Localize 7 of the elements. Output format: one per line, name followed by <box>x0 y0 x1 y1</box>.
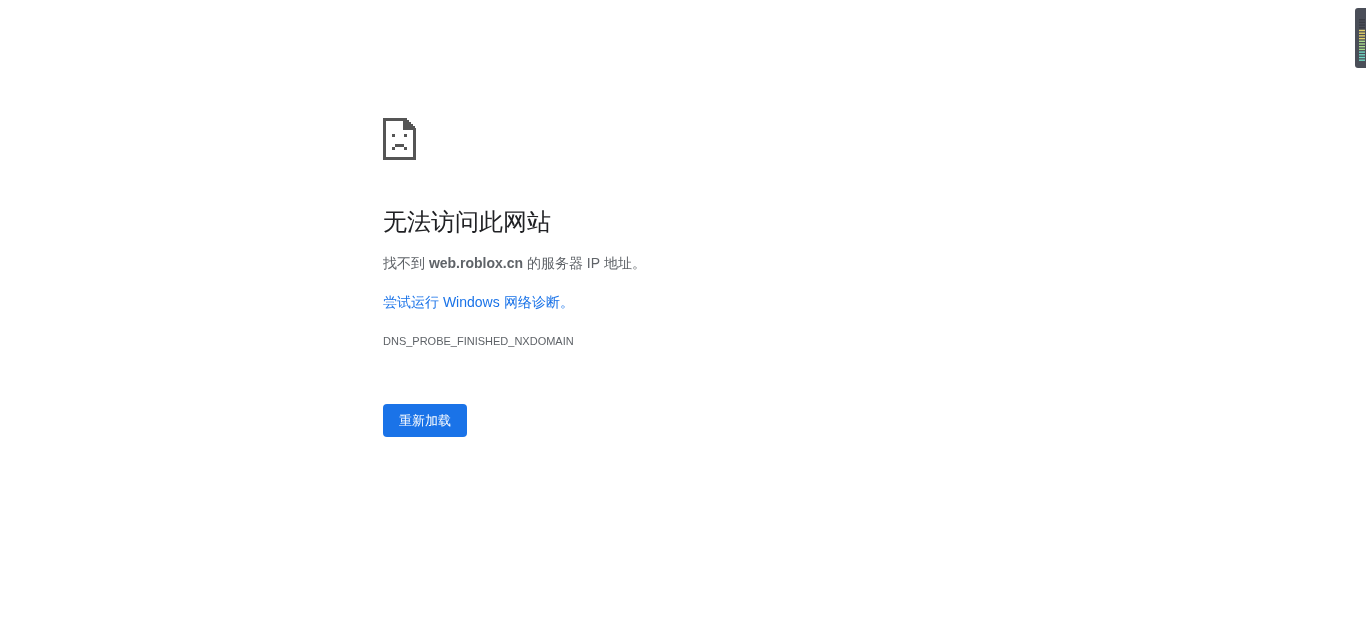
error-message: 找不到 web.roblox.cn 的服务器 IP 地址。 <box>383 254 646 273</box>
sad-page-icon <box>383 118 416 160</box>
error-code: DNS_PROBE_FINISHED_NXDOMAIN <box>383 334 574 349</box>
reload-button[interactable]: 重新加载 <box>383 404 467 437</box>
network-diagnostics-link[interactable]: 尝试运行 Windows 网络诊断。 <box>383 292 574 312</box>
meter-icon <box>1355 8 1366 68</box>
error-title: 无法访问此网站 <box>383 207 551 237</box>
